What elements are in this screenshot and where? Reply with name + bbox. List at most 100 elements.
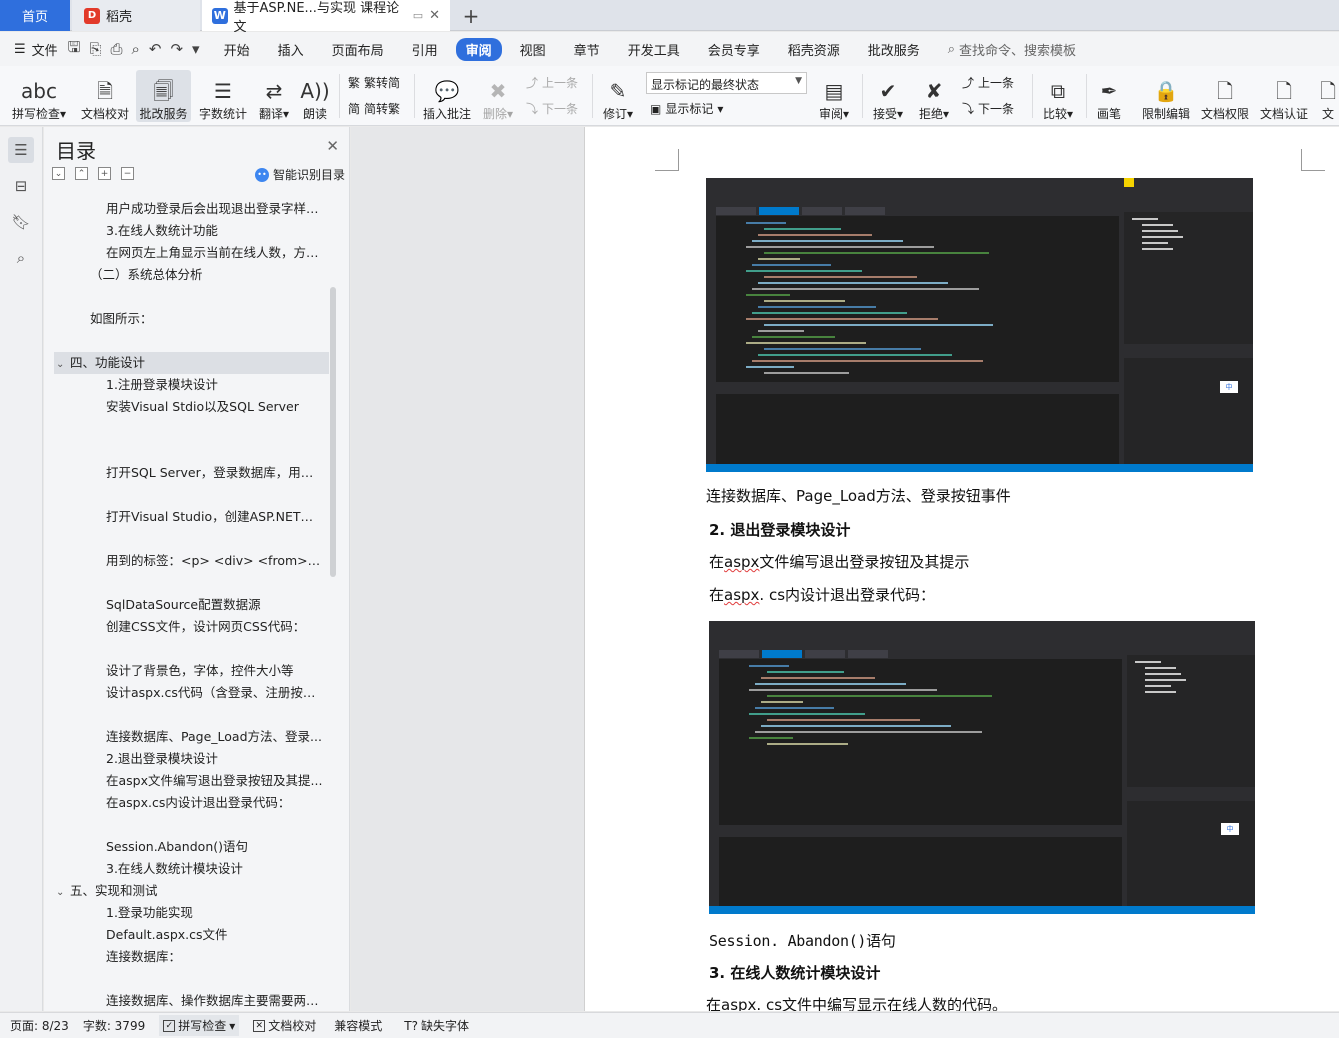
toc-item[interactable]: 连接数据库、操作数据库主要需要两个... <box>44 990 324 1008</box>
word-count-indicator[interactable]: 字数: 3799 <box>83 1017 145 1034</box>
menu-view[interactable]: 视图 <box>510 38 556 61</box>
pen-button[interactable]: ✒ 画笔 <box>1092 70 1126 122</box>
menu-chapter[interactable]: 章节 <box>564 38 610 61</box>
chevron-down-icon[interactable]: ⌄ <box>56 354 70 374</box>
print-icon[interactable]: ⎙ <box>110 40 122 58</box>
toc-item[interactable]: 在网页左上角显示当前在线人数，方便... <box>44 242 324 264</box>
insert-comment-button[interactable]: 💬 插入批注 <box>420 70 474 122</box>
toc-item[interactable]: 用到的标签：<p> <div> <from> <a... <box>44 550 324 572</box>
window-restore-icon[interactable]: ▭ <box>413 9 423 22</box>
menu-developer[interactable]: 开发工具 <box>618 38 690 61</box>
toc-item[interactable] <box>44 814 324 836</box>
tab-docer[interactable]: D 稻壳 <box>72 0 200 31</box>
toc-item[interactable] <box>44 440 324 462</box>
toc-item[interactable]: 连接数据库： <box>44 946 324 968</box>
toc-scrollbar[interactable] <box>330 287 336 577</box>
toc-item[interactable]: ⌄ 五、实现和测试 <box>44 880 324 902</box>
chevron-down-icon[interactable]: ⌄ <box>56 882 70 902</box>
menu-page-layout[interactable]: 页面布局 <box>322 38 394 61</box>
missing-font-status[interactable]: T? 缺失字体 <box>404 1017 469 1034</box>
tab-document[interactable]: W 基于ASP.NE...与实现 课程论文 ▭ ✕ <box>202 0 450 35</box>
save-icon[interactable]: 🖫 <box>68 37 81 62</box>
delete-comment-button[interactable]: ✖ 删除▾ <box>478 70 518 122</box>
redo-icon[interactable]: ↷ <box>170 40 183 58</box>
toc-item[interactable]: 2.退出登录模块设计 <box>44 748 324 770</box>
toc-icon[interactable]: ☰ <box>8 137 34 163</box>
markup-state-select[interactable]: 显示标记的最终状态 ▼ <box>646 72 807 94</box>
file-menu[interactable]: ☰ 文件 <box>0 40 68 59</box>
toc-item[interactable]: （二）系统总体分析 <box>44 264 324 286</box>
doc-permission-button[interactable]: 🗋 文档权限 <box>1198 70 1252 122</box>
review-pane-button[interactable]: ▤ 审阅▾ <box>816 70 852 122</box>
print-preview-icon[interactable]: ⌕ <box>131 40 139 58</box>
toc-item[interactable] <box>44 572 324 594</box>
toc-item[interactable] <box>44 484 324 506</box>
remove-heading-icon[interactable]: − <box>121 167 134 180</box>
close-icon[interactable]: ✕ <box>429 8 440 23</box>
toc-item[interactable]: 3.在线人数统计模块设计 <box>44 858 324 880</box>
next-revision-button[interactable]: ⤵ 下一条 <box>962 100 1014 117</box>
toc-item[interactable]: 如图所示： <box>44 308 324 330</box>
toc-item[interactable] <box>44 330 324 352</box>
spell-check-status[interactable]: ✓ 拼写检查 ▾ <box>159 1015 240 1036</box>
page-indicator[interactable]: 页面: 8/23 <box>10 1017 69 1034</box>
toc-item[interactable]: 1.注册登录模块设计 <box>44 374 324 396</box>
prev-revision-button[interactable]: ⤴ 上一条 <box>962 74 1014 91</box>
simp-to-trad-button[interactable]: 简简转繁 <box>348 100 400 117</box>
toc-item[interactable] <box>44 968 324 990</box>
menu-review[interactable]: 审阅 <box>455 37 502 61</box>
doc-proof-status[interactable]: ✕ 文档校对 <box>253 1017 316 1034</box>
word-count-button[interactable]: ☰ 字数统计 <box>196 70 250 122</box>
doc-auth-button[interactable]: 🗋 文档认证 <box>1256 70 1312 122</box>
menu-docer-resources[interactable]: 稻壳资源 <box>778 38 850 61</box>
export-pdf-icon[interactable]: ⎘ <box>89 40 101 58</box>
restrict-edit-button[interactable]: 🔒 限制编辑 <box>1138 70 1194 122</box>
command-search[interactable]: ⌕ 查找命令、搜索模板 <box>948 40 1076 59</box>
next-comment-button[interactable]: ⤵ 下一条 <box>526 100 578 117</box>
toc-item[interactable] <box>44 638 324 660</box>
prev-comment-button[interactable]: ⤴ 上一条 <box>526 74 578 91</box>
new-tab-button[interactable]: + <box>458 0 484 31</box>
toc-item[interactable]: 设计aspx.cs代码（含登录、注册按钮... <box>44 682 324 704</box>
toc-item[interactable]: 创建CSS文件，设计网页CSS代码： <box>44 616 324 638</box>
doc-proof-button[interactable]: 🗎 文档校对 <box>78 70 132 122</box>
toc-item[interactable] <box>44 704 324 726</box>
toc-item[interactable]: 安装Visual Stdio以及SQL Server <box>44 396 324 418</box>
doc-extra-button[interactable]: 🗋 文 <box>1318 70 1338 122</box>
toc-item[interactable] <box>44 418 324 440</box>
chapter-icon[interactable]: ⊟ <box>8 173 34 199</box>
trad-to-simp-button[interactable]: 繁繁转简 <box>348 74 400 91</box>
toc-item[interactable]: 在aspx文件编写退出登录按钮及其提... <box>44 770 324 792</box>
toc-item[interactable]: Default.aspx.cs文件 <box>44 924 324 946</box>
show-markup-button[interactable]: ▣ 显示标记 ▾ <box>650 100 723 117</box>
add-heading-icon[interactable]: + <box>98 167 111 180</box>
toc-item[interactable]: 1.登录功能实现 <box>44 902 324 924</box>
tab-home[interactable]: 首页 <box>0 0 70 31</box>
accept-button[interactable]: ✔ 接受▾ <box>868 70 908 122</box>
reject-button[interactable]: ✘ 拒绝▾ <box>914 70 954 122</box>
menu-correction[interactable]: 批改服务 <box>858 38 930 61</box>
menu-references[interactable]: 引用 <box>402 38 448 61</box>
toc-item[interactable]: 连接数据库、Page_Load方法、登录... <box>44 726 324 748</box>
toc-item[interactable]: 打开SQL Server，登录数据库，用户... <box>44 462 324 484</box>
revise-button[interactable]: ✎ 修订▾ <box>598 70 638 122</box>
toc-item[interactable]: 打开Visual Studio，创建ASP.NET空... <box>44 506 324 528</box>
undo-icon[interactable]: ↶ <box>149 40 162 58</box>
toc-item[interactable]: ⌄ 四、功能设计 <box>54 352 329 374</box>
smart-toc-button[interactable]: •• 智能识别目录 <box>254 166 345 183</box>
search-icon[interactable]: ⌕ <box>8 245 34 271</box>
expand-all-icon[interactable]: ⌄ <box>52 167 65 180</box>
translate-button[interactable]: ⇄ 翻译▾ <box>254 70 294 122</box>
collapse-all-icon[interactable]: ⌃ <box>75 167 88 180</box>
compare-button[interactable]: ⧉ 比较▾ <box>1038 70 1078 122</box>
document-page[interactable]: 中 连接数据库、Page_Load方法、登录按钮事件 2. 退出登录模块设计 在… <box>584 127 1339 1011</box>
close-icon[interactable]: ✕ <box>326 137 339 155</box>
toc-item[interactable]: 用户成功登录后会出现退出登录字样，... <box>44 198 324 220</box>
more-icon[interactable]: ▾ <box>192 40 200 58</box>
spell-check-button[interactable]: abc 拼写检查▾ <box>8 70 70 122</box>
toc-item[interactable] <box>44 528 324 550</box>
menu-start[interactable]: 开始 <box>214 38 260 61</box>
toc-item[interactable] <box>44 286 324 308</box>
read-aloud-button[interactable]: A)) 朗读 <box>298 70 332 122</box>
menu-member[interactable]: 会员专享 <box>698 38 770 61</box>
